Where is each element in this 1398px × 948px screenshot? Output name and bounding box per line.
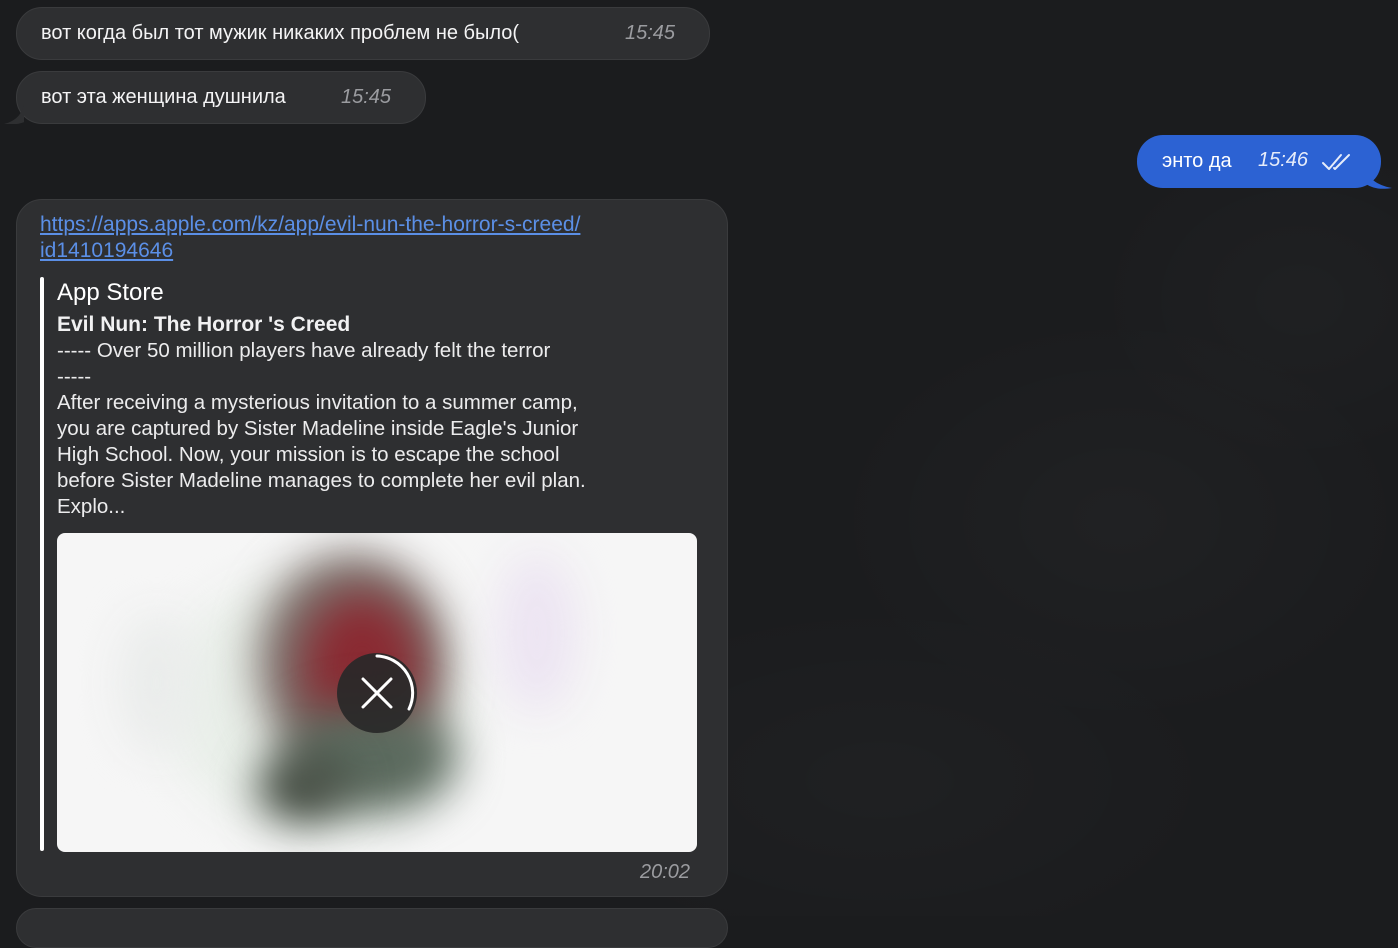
blurred-image-shape — [117, 613, 197, 753]
link-preview-description-line: before Sister Madeline manages to comple… — [57, 469, 586, 492]
message-text: вот эта женщина душнила — [41, 86, 286, 108]
link-preview-site-name: App Store — [57, 279, 164, 306]
message-bubble-incoming-partial[interactable] — [16, 908, 728, 948]
blurred-image-shape — [257, 753, 347, 823]
message-time: 15:46 — [1258, 149, 1309, 171]
message-bubble-incoming[interactable]: вот эта женщина душнила 15:45 — [16, 71, 426, 124]
message-bubble-link-preview[interactable]: https://apps.apple.com/kz/app/evil-nun-t… — [16, 199, 728, 897]
message-time: 15:45 — [625, 22, 676, 44]
cancel-download-button[interactable] — [337, 653, 417, 733]
link-preview-description-line: Explo... — [57, 495, 126, 518]
link-preview-title: Evil Nun: The Horror 's Creed — [57, 313, 351, 336]
link-preview-image[interactable] — [57, 533, 697, 852]
message-text: вот когда был тот мужик никаких проблем … — [41, 22, 520, 44]
message-time: 15:45 — [341, 86, 392, 108]
message-bubble-incoming[interactable]: вот когда был тот мужик никаких проблем … — [16, 7, 710, 60]
bubble-tail — [4, 104, 24, 124]
double-check-icon — [1322, 154, 1350, 170]
message-link[interactable]: https://apps.apple.com/kz/app/evil-nun-t… — [40, 212, 580, 238]
message-link-continued[interactable]: id1410194646 — [40, 238, 173, 264]
message-text: энто да — [1162, 150, 1232, 172]
bubble-tail — [1366, 168, 1392, 189]
link-preview-description-line: you are captured by Sister Madeline insi… — [57, 417, 579, 440]
link-preview-description-line: ----- — [57, 365, 92, 388]
link-preview-description-line: High School. Now, your mission is to esc… — [57, 443, 560, 466]
link-preview-accent-bar — [40, 277, 44, 851]
message-bubble-outgoing[interactable]: энто да 15:46 — [1137, 135, 1381, 188]
link-preview-description-line: ----- Over 50 million players have alrea… — [57, 339, 551, 362]
message-time: 20:02 — [640, 861, 691, 883]
link-preview-description-line: After receiving a mysterious invitation … — [57, 391, 578, 414]
blurred-image-shape — [497, 553, 577, 713]
cancel-download-icon — [361, 654, 415, 711]
